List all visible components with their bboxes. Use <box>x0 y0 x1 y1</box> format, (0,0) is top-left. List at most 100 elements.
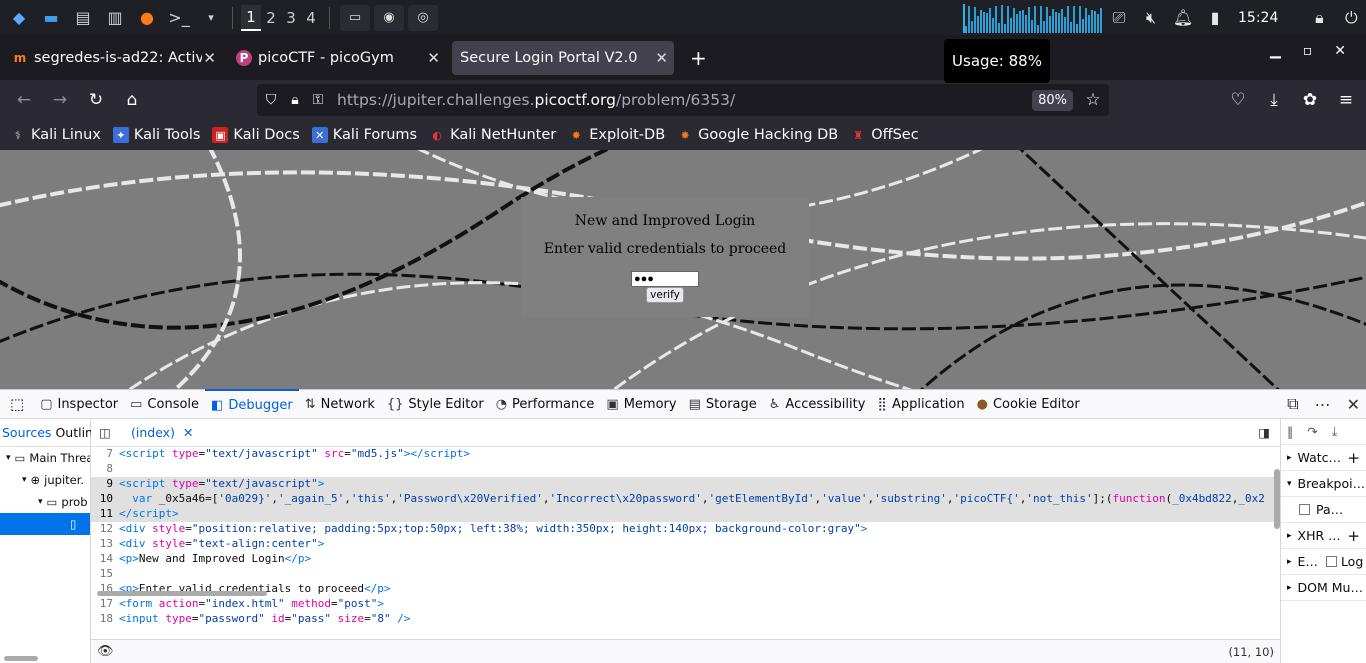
maximize-icon[interactable]: ▫ <box>1303 43 1313 59</box>
line-number[interactable]: 12 <box>91 522 119 537</box>
shield-icon[interactable]: ⛉ <box>257 84 285 116</box>
tree-file-index[interactable]: ▯ <box>0 513 90 535</box>
workspace-1[interactable]: 1 <box>241 4 261 31</box>
close-window-icon[interactable]: ✕ <box>1334 43 1346 59</box>
tab-debugger[interactable]: ◧ Debugger <box>205 389 299 419</box>
tab-network[interactable]: ⇅ Network <box>299 389 381 419</box>
bookmark-kali-linux[interactable]: ⚕ Kali Linux <box>10 127 101 143</box>
desktop-icon[interactable]: ▬ <box>38 5 64 31</box>
home-icon[interactable]: ⌂ <box>114 84 150 116</box>
checkbox[interactable] <box>1299 504 1310 515</box>
element-picker-icon[interactable]: ⬚ <box>0 389 34 419</box>
tab-application[interactable]: ⣿ Application <box>871 389 970 419</box>
key-icon[interactable]: ⚿ <box>305 84 331 116</box>
line-number[interactable]: 13 <box>91 537 119 552</box>
pause-icon[interactable]: ‖ <box>1287 424 1293 439</box>
power-icon[interactable]: ⏻ <box>1340 7 1362 29</box>
tab-sources[interactable]: Sources <box>0 425 53 440</box>
workspace-3[interactable]: 3 <box>281 5 301 31</box>
event-listener-breakpoints[interactable]: ▸ E… Log <box>1281 549 1366 575</box>
notification-bell-icon[interactable]: 🔔︎ <box>1172 7 1194 29</box>
firefox-icon[interactable]: ● <box>134 5 160 31</box>
zoom-indicator[interactable]: 80% <box>1032 90 1073 111</box>
screenshot-icon[interactable]: ◎ <box>408 4 438 31</box>
extensions-icon[interactable]: ✿ <box>1292 84 1328 116</box>
tab-memory[interactable]: ▣ Memory <box>600 389 682 419</box>
more-options-icon[interactable]: ⋯ <box>1315 395 1331 414</box>
line-number[interactable]: 15 <box>91 567 119 582</box>
line-number[interactable]: 8 <box>91 462 119 477</box>
reload-icon[interactable]: ↻ <box>78 84 114 116</box>
checkbox[interactable] <box>1325 556 1337 567</box>
add-icon[interactable]: + <box>1347 449 1360 467</box>
tab-accessibility[interactable]: ♿︎ Accessibility <box>763 389 872 419</box>
menu-icon[interactable]: ≡ <box>1328 84 1364 116</box>
tab-console[interactable]: ▭ Console <box>124 389 205 419</box>
editor-tab-index[interactable]: (index) <box>131 425 175 440</box>
dom-mutation-breakpoints[interactable]: ▸ DOM Mu… <box>1281 575 1366 601</box>
close-icon[interactable]: ✕ <box>203 49 216 67</box>
watch-expressions[interactable]: ▸ Watc… + <box>1281 445 1366 471</box>
editor-hscrollbar[interactable] <box>97 591 267 596</box>
code-line[interactable]: 9 <script type="text/javascript"> <box>91 477 1280 492</box>
verify-button[interactable]: verify <box>646 287 684 303</box>
workspace-4[interactable]: 4 <box>301 5 321 31</box>
line-number[interactable]: 14 <box>91 552 119 567</box>
code-line[interactable]: 18 <input type="password" id="pass" size=… <box>91 612 1280 627</box>
code-line[interactable]: 14 <p>New and Improved Login</p> <box>91 552 1280 567</box>
breakpoints-section[interactable]: ▾ Breakpoi… <box>1281 471 1366 497</box>
bookmark-kali-forums[interactable]: ✕ Kali Forums <box>311 127 417 143</box>
code-line[interactable]: 15 <box>91 567 1280 582</box>
bookmark-kali-nethunter[interactable]: ◐ Kali NetHunter <box>429 127 556 143</box>
code-line[interactable]: 11 </script> <box>91 507 1280 522</box>
toggle-sidebar-icon[interactable]: ◫ <box>99 425 111 440</box>
bookmark-offsec[interactable]: ♜ OffSec <box>850 127 918 143</box>
code-line[interactable]: 17 <form action="index.html" method="post… <box>91 597 1280 612</box>
tab-moodle[interactable]: m segredes-is-ad22: Activid ✕ <box>4 41 222 75</box>
close-tab-icon[interactable]: ✕ <box>183 425 193 440</box>
line-number[interactable]: 17 <box>91 597 119 612</box>
bookmark-kali-docs[interactable]: ▣ Kali Docs <box>212 127 300 143</box>
window-button-2[interactable]: ◉ <box>374 4 404 31</box>
add-icon[interactable]: + <box>1347 527 1360 545</box>
close-devtools-icon[interactable]: ✕ <box>1347 395 1360 414</box>
pretty-print-icon[interactable]: 👁︎ <box>97 644 114 659</box>
sources-scrollbar[interactable] <box>4 656 38 661</box>
password-input[interactable] <box>631 271 699 287</box>
workspace-2[interactable]: 2 <box>261 5 281 31</box>
toggle-right-panel-icon[interactable]: ◨ <box>1258 425 1270 440</box>
tree-folder[interactable]: ▾ ▭ prob <box>0 491 90 513</box>
kali-menu-icon[interactable]: ◆ <box>6 5 32 31</box>
code-line[interactable]: 16 <p>Enter valid credentials to proceed<… <box>91 582 1280 597</box>
close-icon[interactable]: ✕ <box>427 49 440 67</box>
dock-side-icon[interactable]: ⧉ <box>1287 394 1298 414</box>
tab-picoctf[interactable]: P picoCTF - picoGym ✕ <box>228 41 446 75</box>
code-lines[interactable]: 7 <script type="text/javascript" src="md5… <box>91 447 1280 639</box>
minimize-icon[interactable]: ▁ <box>1270 43 1281 59</box>
tree-domain[interactable]: ▾ ⊕ jupiter. <box>0 469 90 491</box>
code-line[interactable]: 8 <box>91 462 1280 477</box>
lock-icon[interactable]: 🔒︎ <box>1308 7 1330 29</box>
tree-main-thread[interactable]: ▾ ▭ Main Threa <box>0 447 90 469</box>
chevron-down-icon[interactable]: ▾ <box>198 5 224 31</box>
line-number[interactable]: 7 <box>91 447 119 462</box>
pause-on-exceptions[interactable]: Pa… <box>1281 497 1366 523</box>
battery-icon[interactable]: ▮ <box>1204 7 1226 29</box>
text-editor-icon[interactable]: ▥ <box>102 5 128 31</box>
close-icon[interactable]: ✕ <box>655 49 668 67</box>
line-number[interactable]: 18 <box>91 612 119 627</box>
line-number[interactable]: 10 <box>91 492 119 507</box>
tab-storage[interactable]: ▤ Storage <box>683 389 763 419</box>
bookmark-exploit-db[interactable]: ✸ Exploit-DB <box>568 127 666 143</box>
line-number[interactable]: 9 <box>91 477 119 492</box>
new-tab-button[interactable]: + <box>682 41 708 75</box>
tab-style-editor[interactable]: {} Style Editor <box>381 389 490 419</box>
tab-inspector[interactable]: ▢ Inspector <box>34 389 124 419</box>
bookmark-kali-tools[interactable]: ✦ Kali Tools <box>112 127 200 143</box>
forward-icon[interactable]: → <box>42 84 78 116</box>
url-bar[interactable]: ⛉ 🔒︎ ⚿ https://jupiter.challenges.picoct… <box>257 84 1109 116</box>
code-line[interactable]: 7 <script type="text/javascript" src="md5… <box>91 447 1280 462</box>
tab-secure-login[interactable]: Secure Login Portal V2.0 ✕ <box>452 41 674 75</box>
line-number[interactable]: 11 <box>91 507 119 522</box>
terminal-icon[interactable]: >_ <box>166 5 192 31</box>
